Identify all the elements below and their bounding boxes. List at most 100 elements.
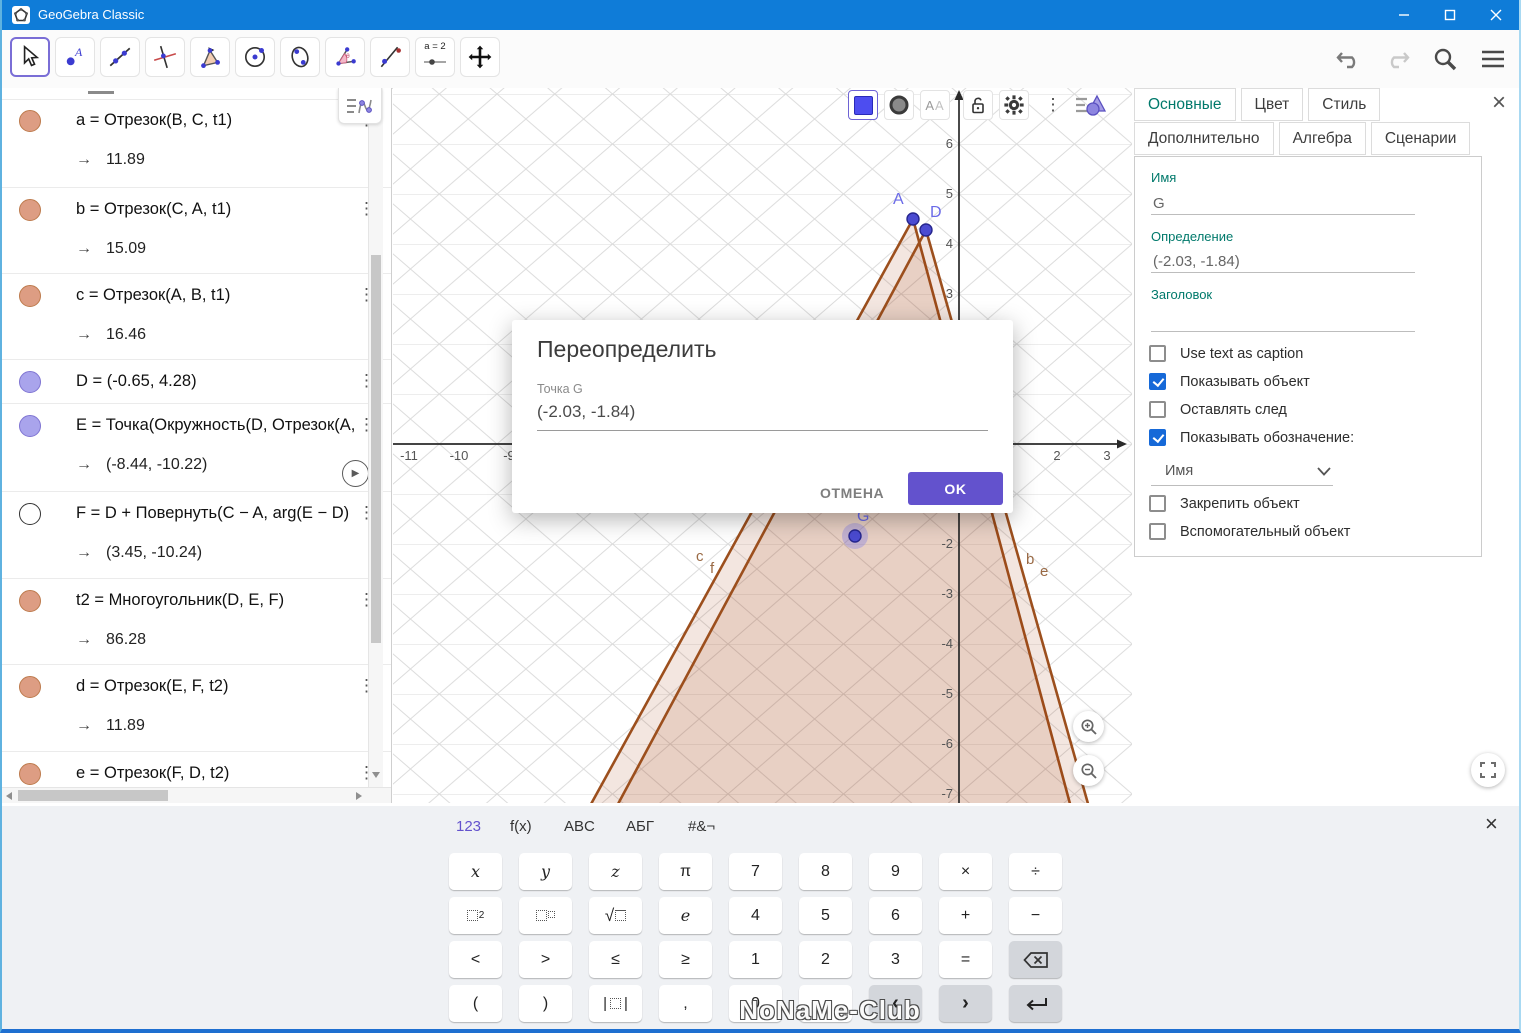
key-5[interactable]: 5 [799, 897, 852, 934]
checkbox-use-text-as-caption[interactable]: Use text as caption [1149, 345, 1303, 362]
object-definition[interactable]: t2 = Многоугольник(D, E, F) [76, 591, 284, 610]
key-0[interactable]: 0 [729, 985, 782, 1022]
dialog-definition-input[interactable]: (-2.03, -1.84) [537, 402, 988, 431]
key-3[interactable]: 3 [869, 941, 922, 978]
key-÷[interactable]: ÷ [1009, 853, 1062, 890]
tool-rigid-polygon-button[interactable] [190, 37, 230, 77]
tool-pan-view-button[interactable] [460, 37, 500, 77]
minimize-button[interactable] [1381, 0, 1427, 30]
object-definition[interactable]: F = D + Повернуть(C − A, arg(E − D) [76, 504, 349, 523]
visibility-dot[interactable] [19, 590, 41, 612]
object-definition[interactable]: d = Отрезок(E, F, t2) [76, 677, 228, 696]
object-definition[interactable]: c = Отрезок(A, B, t1) [76, 286, 230, 305]
key-<[interactable]: < [449, 941, 502, 978]
algebra-row-E[interactable]: E = Точка(Окружность(D, Отрезок(A, ⋮ → (-8.… [2, 404, 391, 492]
algebra-row-b[interactable]: b = Отрезок(C, A, t1) ⋮ → 15.09 [2, 188, 391, 274]
algebra-style-toggle-button[interactable] [338, 88, 382, 124]
key->[interactable]: > [519, 941, 572, 978]
horizontal-scrollbar-thumb[interactable] [18, 790, 168, 801]
algebra-row-c[interactable]: c = Отрезок(A, B, t1) ⋮ → 16.46 [2, 274, 391, 360]
key-y[interactable]: y [519, 853, 572, 890]
stylebar-settings-button[interactable] [999, 90, 1029, 120]
object-definition[interactable]: b = Отрезок(C, A, t1) [76, 200, 231, 219]
point-G[interactable] [848, 529, 862, 543]
key-([interactable]: ( [449, 985, 502, 1022]
checkbox-вспомогательный-объект[interactable]: Вспомогательный объект [1149, 523, 1350, 540]
key-π[interactable]: π [659, 853, 712, 890]
key-7[interactable]: 7 [729, 853, 782, 890]
key-8[interactable]: 8 [799, 853, 852, 890]
menu-button[interactable] [1479, 45, 1507, 73]
zoom-out-button[interactable] [1073, 755, 1104, 786]
close-properties-icon[interactable]: × [1492, 91, 1506, 115]
properties-tab-Основные[interactable]: Основные [1134, 88, 1236, 121]
tool-slider-button[interactable]: a = 2 [415, 37, 455, 77]
tool-move-button[interactable] [10, 37, 50, 77]
key-backspace[interactable] [1009, 941, 1062, 978]
visibility-dot[interactable] [19, 676, 41, 698]
properties-tab-Сценарии[interactable]: Сценарии [1370, 122, 1471, 155]
key-+[interactable]: + [939, 897, 992, 934]
search-button[interactable] [1431, 45, 1459, 73]
key-2[interactable]: 2 [799, 941, 852, 978]
algebra-horizontal-scrollbar[interactable] [2, 787, 391, 803]
stylebar-point-color-button[interactable] [848, 90, 878, 120]
key-6[interactable]: 6 [869, 897, 922, 934]
visibility-dot[interactable] [19, 371, 41, 393]
stylebar-lock-button[interactable] [963, 90, 993, 120]
visibility-dot[interactable] [19, 503, 41, 525]
key-=[interactable]: = [939, 941, 992, 978]
visibility-dot[interactable] [19, 763, 41, 785]
stylebar-panel-toggle-button[interactable] [1071, 90, 1111, 120]
ok-button[interactable]: OK [908, 472, 1003, 505]
algebra-row-t2[interactable]: t2 = Многоугольник(D, E, F) ⋮ → 86.28 [2, 579, 391, 665]
vertical-scrollbar-thumb[interactable] [371, 255, 381, 643]
key-cursor-left[interactable]: ‹ [869, 985, 922, 1022]
visibility-dot[interactable] [19, 285, 41, 307]
algebra-row-a[interactable]: a = Отрезок(B, C, t1)⋮→11.89 [2, 99, 391, 188]
key-1[interactable]: 1 [729, 941, 782, 978]
key-sqrt[interactable]: √ [589, 897, 642, 934]
keyboard-tab-f(x)[interactable]: f(x) [504, 814, 538, 839]
properties-tab-Алгебра[interactable]: Алгебра [1278, 122, 1366, 155]
properties-tab-Цвет[interactable]: Цвет [1240, 88, 1304, 121]
tool-line-with-point-button[interactable] [370, 37, 410, 77]
tool-angle-button[interactable]: θ [325, 37, 365, 77]
checkbox-показывать-обозначение-[interactable]: Показывать обозначение: [1149, 429, 1354, 446]
visibility-dot[interactable] [19, 199, 41, 221]
tool-circle-button[interactable] [235, 37, 275, 77]
key-power[interactable] [519, 897, 572, 934]
visibility-dot[interactable] [19, 415, 41, 437]
keyboard-tab-123[interactable]: 123 [450, 814, 487, 839]
tool-line-button[interactable] [100, 37, 140, 77]
redo-button[interactable] [1383, 45, 1411, 73]
checkbox-оставлять-след[interactable]: Оставлять след [1149, 401, 1287, 418]
close-keyboard-icon[interactable]: × [1485, 813, 1498, 835]
visibility-dot[interactable] [19, 110, 41, 132]
maximize-button[interactable] [1427, 0, 1473, 30]
fullscreen-button[interactable] [1471, 753, 1505, 787]
zoom-in-button[interactable] [1073, 711, 1104, 742]
key-cursor-right[interactable]: › [939, 985, 992, 1022]
point-A[interactable] [906, 212, 920, 226]
scroll-down-arrow-icon[interactable] [372, 772, 380, 778]
algebra-row-D[interactable]: D = (-0.65, 4.28) ⋮ [2, 360, 391, 404]
scroll-left-arrow-icon[interactable] [6, 792, 12, 800]
stylebar-more-button[interactable]: ⋮ [1038, 90, 1068, 120]
key-z[interactable]: z [589, 853, 642, 890]
keyboard-tab-АБГ[interactable]: АБГ [620, 814, 660, 839]
key-)[interactable]: ) [519, 985, 572, 1022]
tool-perpendicular-lines-button[interactable] [145, 37, 185, 77]
key-−[interactable]: − [1009, 897, 1062, 934]
key-9[interactable]: 9 [869, 853, 922, 890]
key-.[interactable]: . [799, 985, 852, 1022]
key-enter[interactable] [1009, 985, 1062, 1022]
key-,[interactable]: , [659, 985, 712, 1022]
cancel-button[interactable]: ОТМЕНА [808, 477, 896, 509]
chevron-down-icon[interactable] [1317, 467, 1331, 476]
object-definition[interactable]: e = Отрезок(F, D, t2) [76, 764, 229, 783]
close-button[interactable] [1473, 0, 1519, 30]
checkbox-закрепить-объект[interactable]: Закрепить объект [1149, 495, 1300, 512]
key-square[interactable]: 2 [449, 897, 502, 934]
algebra-row-F[interactable]: F = D + Повернуть(C − A, arg(E − D) ⋮ → (3.… [2, 492, 391, 579]
